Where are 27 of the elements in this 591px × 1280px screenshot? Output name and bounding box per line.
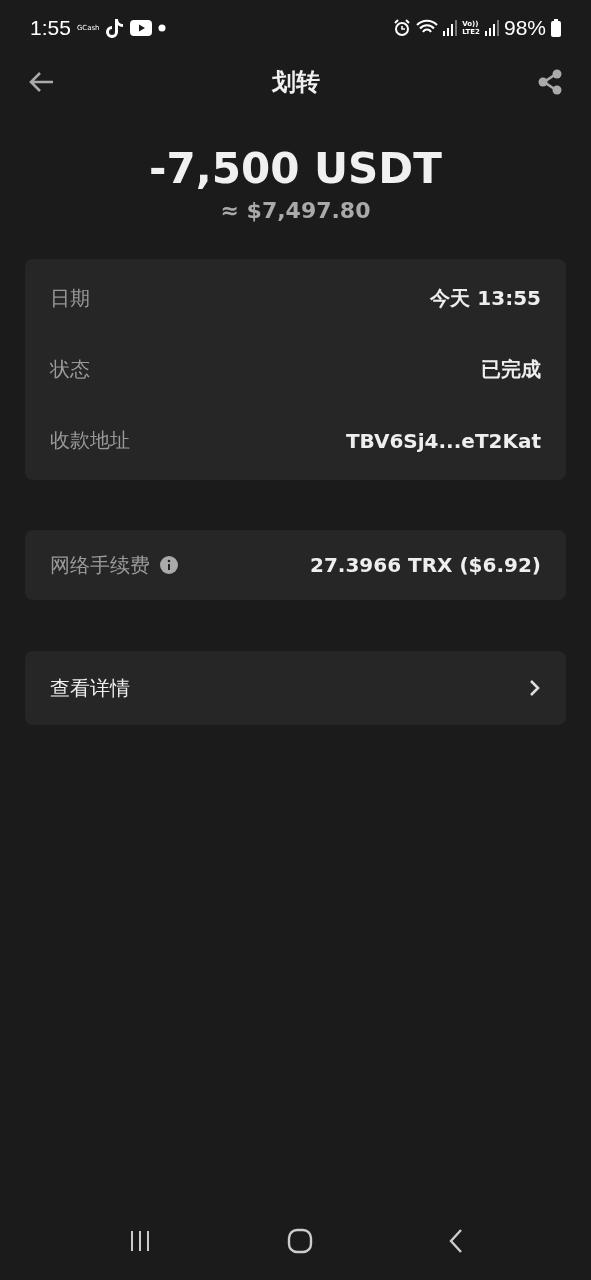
note-icon bbox=[105, 17, 124, 39]
detail-value: 已完成 bbox=[481, 356, 541, 384]
detail-value: 今天 13:55 bbox=[430, 285, 541, 313]
detail-value: TBV6Sj4...eT2Kat bbox=[345, 428, 541, 453]
fee-value: 27.3966 TRX ($6.92) bbox=[309, 553, 541, 578]
detail-label: 收款地址 bbox=[50, 427, 130, 455]
play-icon bbox=[129, 20, 152, 36]
back-nav-button[interactable] bbox=[447, 1228, 464, 1254]
amount-text: -7,500 USDT bbox=[149, 146, 442, 193]
chevron-icon bbox=[529, 679, 541, 698]
signal-icon bbox=[484, 20, 499, 36]
share-button[interactable] bbox=[537, 69, 563, 95]
battery-percent: 98% bbox=[503, 16, 546, 40]
signal-icon bbox=[443, 20, 458, 36]
detail-label: 日期 bbox=[50, 285, 90, 313]
back-button[interactable] bbox=[28, 71, 54, 93]
status-time: 1:55 bbox=[30, 16, 71, 40]
battery-icon bbox=[551, 19, 561, 37]
page-title: 划转 bbox=[271, 67, 320, 98]
fee-label: 网络手续费 bbox=[50, 551, 150, 579]
fiat-amount: ≈ $7,497.80 bbox=[220, 198, 371, 224]
dot-icon bbox=[157, 24, 166, 32]
detail-label: 状态 bbox=[50, 356, 90, 384]
home-button[interactable] bbox=[286, 1228, 313, 1254]
view-details-button[interactable]: 查看详情 bbox=[25, 651, 566, 726]
alarm-icon bbox=[393, 19, 412, 37]
info-icon[interactable] bbox=[160, 556, 178, 575]
